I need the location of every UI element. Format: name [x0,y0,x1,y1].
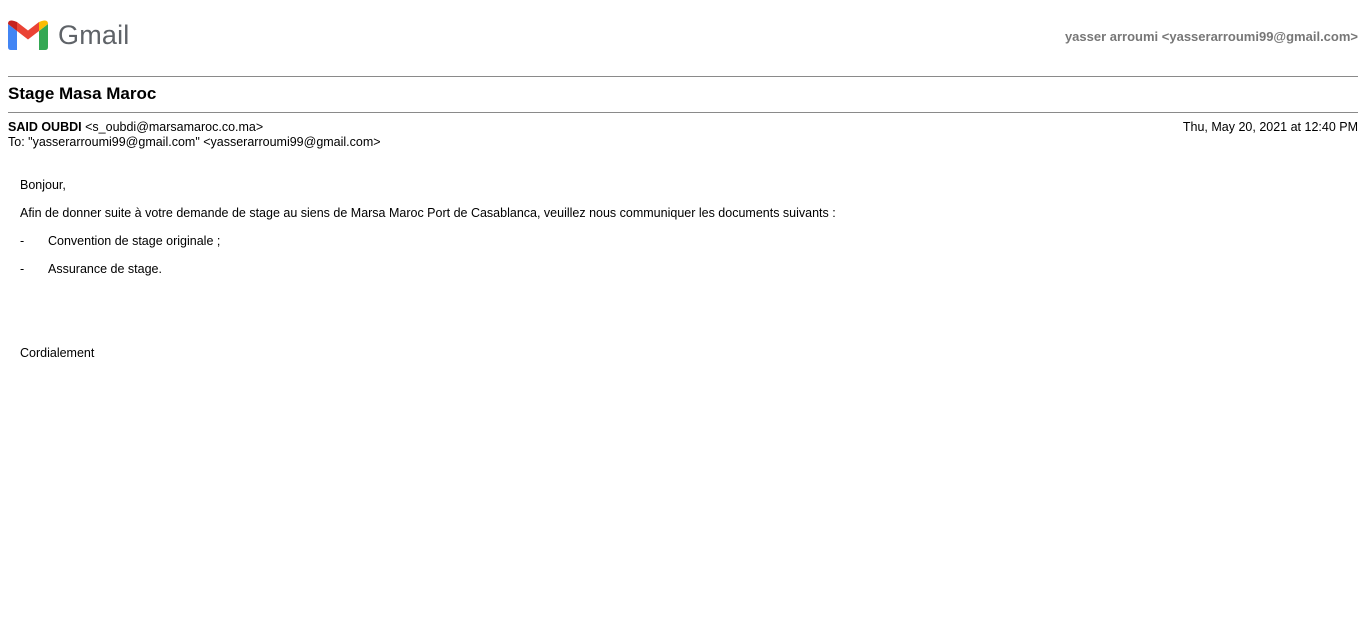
gmail-m-icon [8,20,48,50]
gmail-logo[interactable]: Gmail [8,20,130,50]
gmail-wordmark: Gmail [58,19,130,50]
list-item: - Assurance de stage. [20,262,162,276]
top-bar: Gmail yasser arroumi <yasserarroumi99@gm… [8,18,1358,58]
from-line: SAID OUBDI <s_oubdi@marsamaroc.co.ma> [8,120,263,134]
intro-paragraph: Afin de donner suite à votre demande de … [20,206,836,220]
list-item-text: Assurance de stage. [48,262,162,276]
sender-email: <s_oubdi@marsamaroc.co.ma> [85,120,264,134]
divider-subject [8,112,1358,113]
bullet-dash: - [20,262,25,276]
greeting-text: Bonjour, [20,178,66,192]
message-date: Thu, May 20, 2021 at 12:40 PM [1182,120,1358,134]
sender-name: SAID OUBDI [8,120,82,134]
divider-top [8,76,1358,77]
print-view: Gmail yasser arroumi <yasserarroumi99@gm… [0,0,1366,626]
list-item-text: Convention de stage originale ; [48,234,221,248]
bullet-dash: - [20,234,25,248]
list-item: - Convention de stage originale ; [20,234,220,248]
closing-text: Cordialement [20,346,95,360]
account-identity: yasser arroumi <yasserarroumi99@gmail.co… [1064,29,1358,44]
recipient-line: To: "yasserarroumi99@gmail.com" <yassera… [8,135,381,149]
email-subject: Stage Masa Maroc [8,84,157,103]
